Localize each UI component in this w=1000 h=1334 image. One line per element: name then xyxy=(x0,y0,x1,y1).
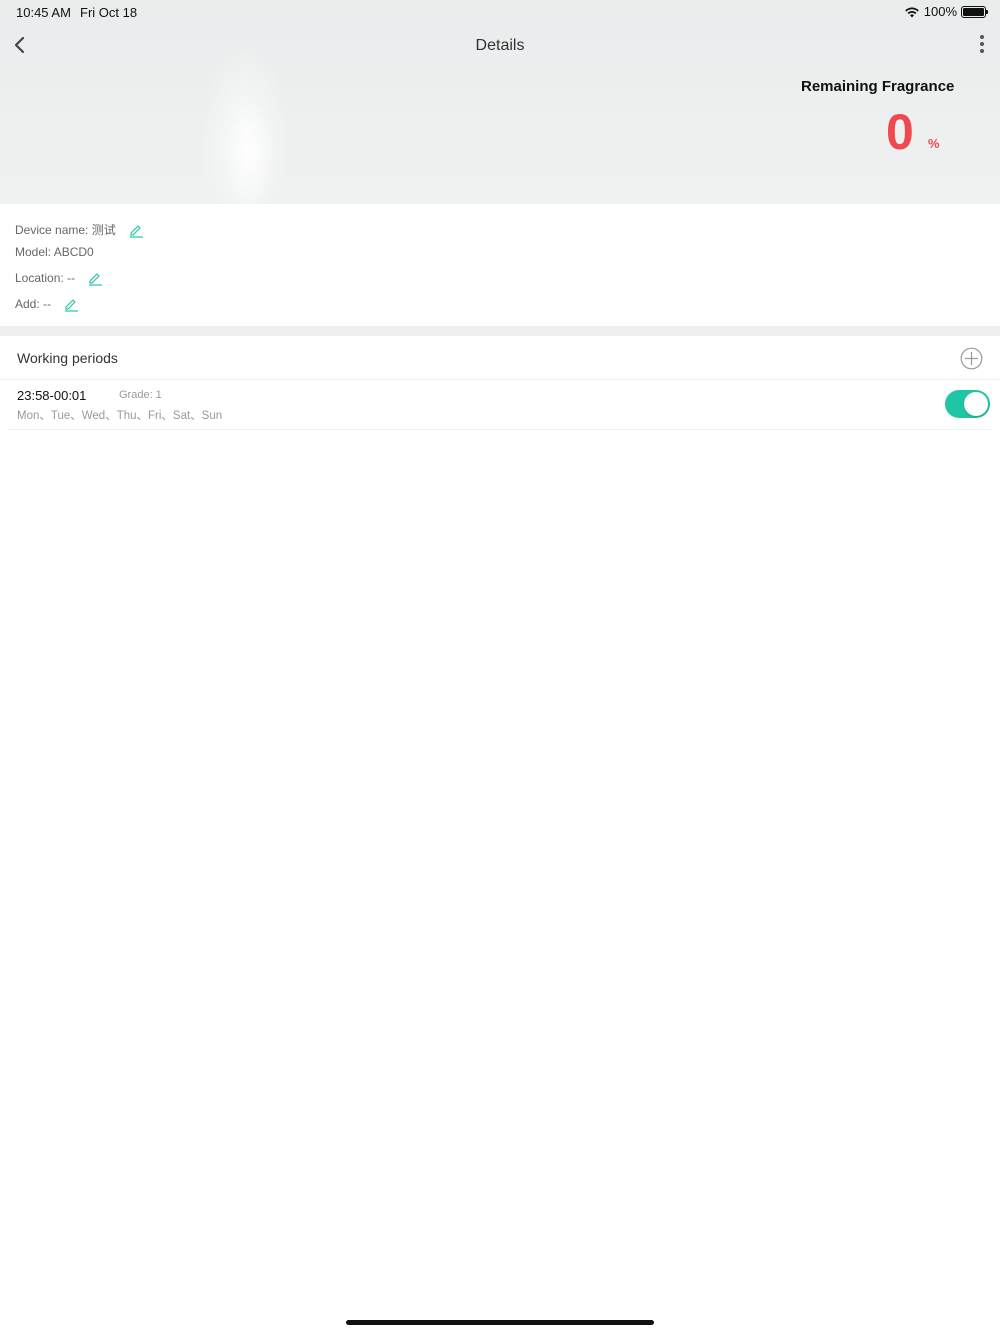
remaining-fragrance-unit: % xyxy=(928,136,940,151)
pencil-icon xyxy=(129,224,143,238)
home-indicator[interactable] xyxy=(346,1320,654,1325)
add-period-button[interactable] xyxy=(960,347,983,370)
plus-circle-icon xyxy=(960,347,983,370)
model-label: Model: ABCD0 xyxy=(15,245,94,259)
battery-percent: 100% xyxy=(923,4,957,19)
location-label: Location: -- xyxy=(15,271,76,285)
toggle-knob xyxy=(964,392,988,416)
pencil-icon xyxy=(89,273,103,286)
back-button[interactable] xyxy=(10,34,32,56)
remaining-fragrance-value: 0 xyxy=(886,104,914,160)
location-row: Location: -- xyxy=(15,270,103,286)
pencil-icon xyxy=(65,299,79,312)
edit-location-button[interactable] xyxy=(87,270,103,286)
more-button[interactable] xyxy=(972,33,992,57)
section-divider xyxy=(0,326,1000,336)
status-bar: 10:45 AM Fri Oct 18 100% xyxy=(0,0,1000,24)
status-time: 10:45 AM xyxy=(16,5,71,20)
background-smoke-highlight xyxy=(225,100,275,210)
status-date: Fri Oct 18 xyxy=(80,5,138,20)
model-row: Model: ABCD0 xyxy=(15,245,94,259)
add-row: Add: -- xyxy=(15,296,79,312)
period-days: Mon、Tue、Wed、Thu、Fri、Sat、Sun xyxy=(17,410,223,422)
remaining-fragrance-label: Remaining Fragrance xyxy=(801,78,955,95)
device-name-row: Device name: 测试 xyxy=(15,221,144,238)
working-periods-title: Working periods xyxy=(17,350,118,366)
period-enabled-toggle[interactable] xyxy=(945,390,990,418)
add-label: Add: -- xyxy=(15,297,52,311)
edit-device-name-button[interactable] xyxy=(128,222,144,238)
more-vertical-icon xyxy=(980,35,984,53)
period-time: 23:58-00:01 xyxy=(17,388,87,403)
wifi-icon xyxy=(904,6,919,17)
battery-icon xyxy=(961,5,988,18)
chevron-left-icon xyxy=(14,36,25,54)
edit-add-button[interactable] xyxy=(63,296,79,312)
status-indicators: 100% xyxy=(904,4,988,19)
device-info-card: Device name: 测试 Model: ABCD0 Location: -… xyxy=(0,204,1000,326)
period-list-item[interactable]: 23:58-00:01 Grade: 1 Mon、Tue、Wed、Thu、Fri… xyxy=(8,380,992,430)
device-name-label: Device name: 测试 xyxy=(15,223,116,237)
working-periods-header: Working periods xyxy=(0,336,1000,380)
period-grade: Grade: 1 xyxy=(119,389,162,401)
